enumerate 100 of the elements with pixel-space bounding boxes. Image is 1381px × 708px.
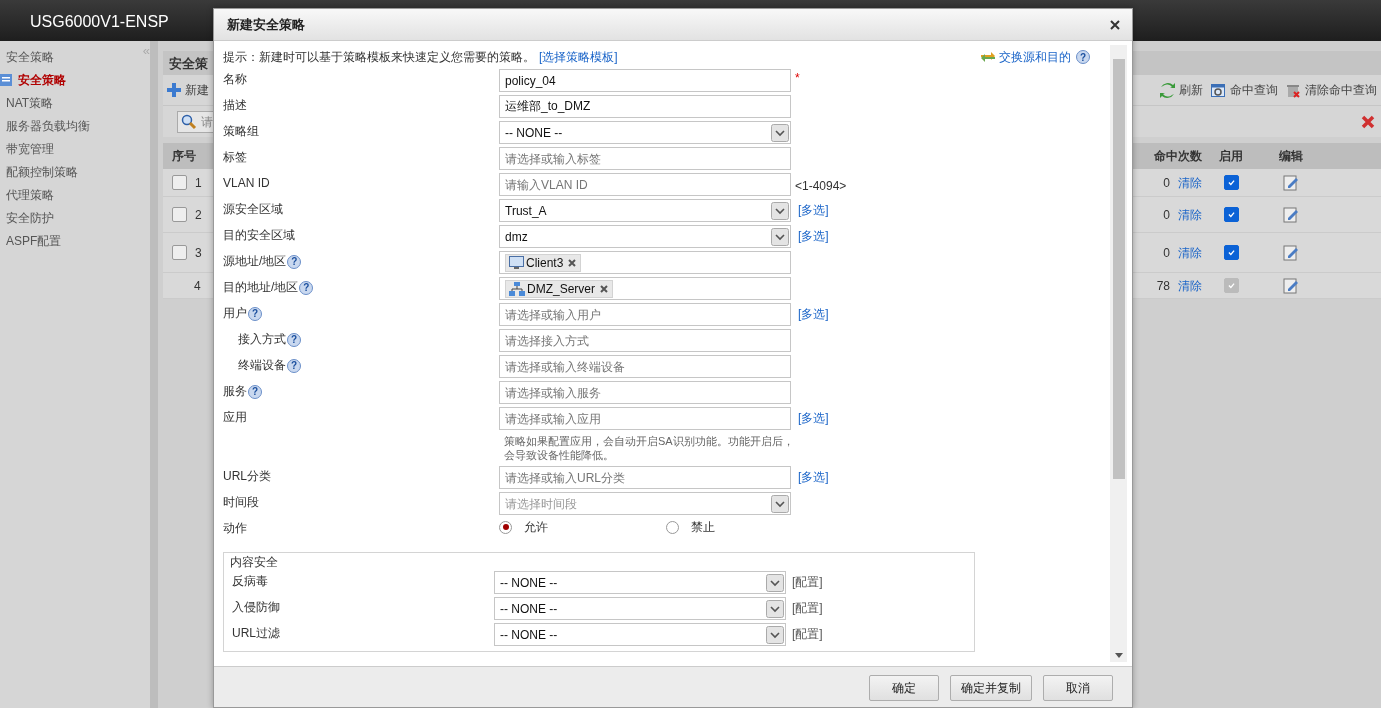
tag-chip[interactable]: DMZ_Server [505, 279, 613, 298]
edit-icon[interactable] [1283, 277, 1299, 294]
edit-icon[interactable] [1283, 206, 1299, 223]
tag-input-field[interactable]: DMZ_Server [499, 277, 791, 300]
dropdown-field[interactable]: -- NONE -- [494, 571, 786, 594]
help-icon[interactable]: ? [299, 280, 314, 295]
enable-checkbox[interactable] [1223, 245, 1239, 260]
field-label: 服务 [223, 384, 247, 398]
input-field[interactable]: 运维部_to_DMZ [499, 95, 791, 118]
radio-option[interactable]: 禁止 [666, 518, 833, 536]
input-field[interactable]: 请选择或输入URL分类 [499, 466, 791, 489]
config-link[interactable]: [配置] [792, 571, 823, 591]
sidebar-item[interactable]: 服务器负载均衡 [0, 114, 90, 137]
template-link[interactable]: [选择策略模板] [539, 48, 618, 66]
scrollbar[interactable] [1110, 45, 1127, 662]
enable-checkbox[interactable] [1223, 175, 1239, 190]
dialog-button[interactable]: 确定并复制 [950, 675, 1032, 701]
field-label: 反病毒 [232, 574, 268, 588]
multi-select-link[interactable]: [多选] [798, 303, 829, 323]
field-label: 目的地址/地区 [223, 280, 299, 294]
field-label: 时间段 [223, 495, 259, 509]
clear-link[interactable]: 清除 [1178, 173, 1202, 192]
sidebar-item[interactable]: 安全策略 [0, 45, 54, 68]
field-label: 描述 [223, 98, 247, 112]
toolbar-button[interactable]: 命中查询 [1211, 81, 1278, 99]
radio-button[interactable] [499, 520, 512, 534]
swap-link[interactable]: 交换源和目的 ? [981, 48, 1090, 66]
dropdown-field[interactable]: Trust_A [499, 199, 791, 222]
new-button[interactable]: 新建 [167, 81, 209, 99]
tag-chip[interactable]: Client3 [505, 253, 582, 272]
remove-icon [597, 283, 609, 294]
sidebar-item[interactable]: 安全防护 [0, 206, 54, 229]
table-cell-text: 0 [1163, 244, 1170, 262]
row-checkbox[interactable] [172, 175, 187, 190]
input-field[interactable]: 请选择接入方式 [499, 329, 791, 352]
search-icon [181, 113, 197, 130]
multi-select-link[interactable]: [多选] [798, 407, 829, 427]
caret-icon [766, 625, 784, 644]
help-icon[interactable]: ? [287, 332, 301, 347]
caret-icon [766, 599, 784, 618]
radio-option[interactable]: 允许 [499, 518, 666, 536]
field-label: 源安全区域 [223, 202, 283, 216]
note-text: 策略如果配置应用，会自动开启SA识别功能。功能开启后，会导致设备性能降低。 [504, 434, 795, 462]
input-field[interactable]: 请选择或输入终端设备 [499, 355, 791, 378]
multi-select-link[interactable]: [多选] [798, 225, 829, 245]
help-icon[interactable]: ? [248, 306, 262, 321]
field-label: URL过滤 [232, 626, 280, 640]
dialog-button[interactable]: 确定 [869, 675, 939, 701]
field-label: 入侵防御 [232, 600, 280, 614]
close-icon[interactable] [1110, 19, 1120, 30]
toolbar-button[interactable]: 刷新 [1160, 81, 1203, 99]
input-field[interactable]: 请选择或输入应用 [499, 407, 791, 430]
caret-icon [771, 123, 789, 142]
sidebar-item[interactable]: 安全策略 [0, 68, 66, 91]
tag-input-field[interactable]: Client3 [499, 251, 791, 274]
input-field[interactable]: 请选择或输入服务 [499, 381, 791, 404]
table-cell-text: 4 [194, 277, 201, 295]
config-link[interactable]: [配置] [792, 597, 823, 617]
field-label: 应用 [223, 410, 247, 424]
help-icon[interactable]: ? [1076, 50, 1090, 64]
table-cell-text: 3 [195, 244, 202, 262]
help-icon[interactable]: ? [287, 358, 301, 373]
dropdown-field[interactable]: dmz [499, 225, 791, 248]
sidebar-item[interactable]: 代理策略 [0, 183, 54, 206]
multi-select-link[interactable]: [多选] [798, 199, 829, 219]
clear-link[interactable]: 清除 [1178, 276, 1202, 295]
help-icon[interactable]: ? [248, 384, 262, 399]
dropdown-field[interactable]: -- NONE -- [494, 623, 786, 646]
sidebar-item[interactable]: ASPF配置 [0, 229, 62, 252]
sidebar-item[interactable]: 带宽管理 [0, 137, 54, 160]
dialog-button[interactable]: 取消 [1043, 675, 1113, 701]
column-header: 启用 [1219, 149, 1243, 163]
input-field[interactable]: policy_04 [499, 69, 791, 92]
sidebar-item[interactable]: NAT策略 [0, 91, 54, 114]
input-field[interactable]: 请选择或输入用户 [499, 303, 791, 326]
app-title: USG6000V1-ENSP [30, 11, 169, 32]
enable-checkbox[interactable] [1223, 207, 1239, 222]
scroll-down-icon[interactable] [1114, 653, 1123, 658]
field-label: 目的安全区域 [223, 228, 295, 242]
row-checkbox[interactable] [172, 207, 187, 222]
clear-link[interactable]: 清除 [1178, 243, 1202, 262]
dropdown-field[interactable]: -- NONE -- [494, 597, 786, 620]
dropdown-field[interactable]: -- NONE -- [499, 121, 791, 144]
sidebar-item[interactable]: 配额控制策略 [0, 160, 78, 183]
caret-icon [771, 494, 789, 513]
table-cell-text: 1 [195, 174, 202, 192]
plus-icon [167, 83, 181, 97]
field-label: 接入方式 [238, 332, 286, 346]
input-field[interactable]: 请输入VLAN ID [499, 173, 791, 196]
input-field[interactable]: 请选择或输入标签 [499, 147, 791, 170]
row-checkbox[interactable] [172, 245, 187, 260]
clear-link[interactable]: 清除 [1178, 205, 1202, 224]
edit-icon[interactable] [1283, 244, 1299, 261]
field-label: 名称 [223, 72, 247, 86]
radio-button[interactable] [666, 520, 679, 534]
multi-select-link[interactable]: [多选] [798, 466, 829, 486]
config-link[interactable]: [配置] [792, 623, 823, 643]
help-icon[interactable]: ? [287, 254, 302, 269]
edit-icon[interactable] [1283, 174, 1299, 191]
toolbar-button[interactable]: 清除命中查询 [1286, 81, 1377, 99]
